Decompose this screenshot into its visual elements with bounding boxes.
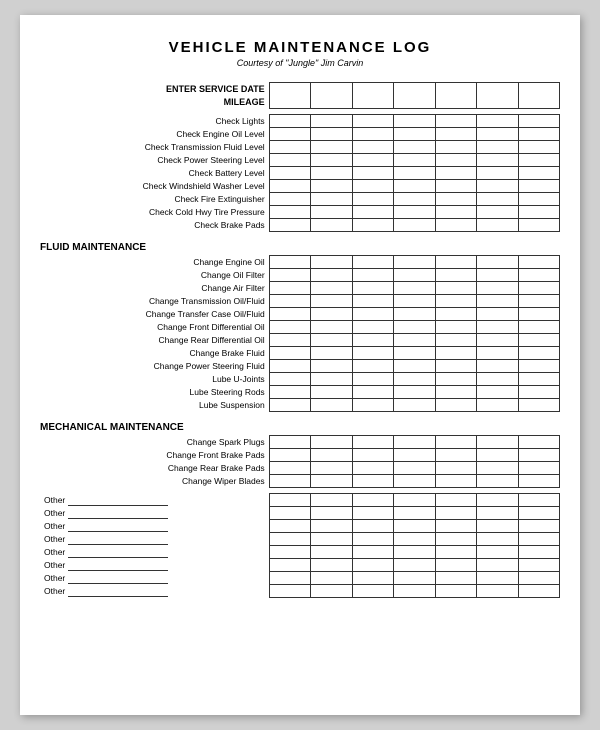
row-change-brake-fluid: Change Brake Fluid [40,347,560,360]
row-other-3: Other [40,520,560,533]
row-other-4: Other [40,533,560,546]
row-check-windshield-washer: Check Windshield Washer Level [40,180,560,193]
log-table: ENTER SERVICE DATE MILEAGE Check Lights [40,82,560,598]
row-other-7: Other [40,572,560,585]
mileage-col-1[interactable] [269,96,310,109]
vehicle-maintenance-log: VEHICLE MAINTENANCE LOG Courtesy of "Jun… [20,15,580,715]
row-check-engine-oil: Check Engine Oil Level [40,128,560,141]
date-col-7[interactable] [518,83,560,96]
row-change-front-diff: Change Front Differential Oil [40,321,560,334]
page-title: VEHICLE MAINTENANCE LOG [40,39,560,56]
row-check-battery: Check Battery Level [40,167,560,180]
date-row: ENTER SERVICE DATE [40,83,560,96]
row-check-tire-pressure: Check Cold Hwy Tire Pressure [40,206,560,219]
row-other-2: Other [40,507,560,520]
row-other-6: Other [40,559,560,572]
mileage-col-5[interactable] [435,96,476,109]
row-change-rear-brake-pads: Change Rear Brake Pads [40,462,560,475]
mileage-col-2[interactable] [311,96,352,109]
row-change-transmission-fluid: Change Transmission Oil/Fluid [40,295,560,308]
date-col-6[interactable] [477,83,518,96]
row-other-8: Other [40,585,560,598]
mileage-col-4[interactable] [394,96,435,109]
row-change-transfer-case: Change Transfer Case Oil/Fluid [40,308,560,321]
row-change-rear-diff: Change Rear Differential Oil [40,334,560,347]
row-lube-u-joints: Lube U-Joints [40,373,560,386]
fluid-section-title: FLUID MAINTENANCE [40,232,560,256]
date-col-1[interactable] [269,83,310,96]
row-change-engine-oil: Change Engine Oil [40,256,560,269]
date-col-3[interactable] [352,83,393,96]
row-other-1: Other [40,494,560,507]
mileage-row: MILEAGE [40,96,560,109]
row-change-air-filter: Change Air Filter [40,282,560,295]
date-col-2[interactable] [311,83,352,96]
mileage-col-6[interactable] [477,96,518,109]
mileage-label: MILEAGE [40,96,269,109]
row-change-oil-filter: Change Oil Filter [40,269,560,282]
row-change-spark-plugs: Change Spark Plugs [40,436,560,449]
row-other-5: Other [40,546,560,559]
page-subtitle: Courtesy of "Jungle" Jim Carvin [40,58,560,68]
row-check-transmission-fluid: Check Transmission Fluid Level [40,141,560,154]
mileage-col-7[interactable] [518,96,560,109]
row-change-power-steering-fluid: Change Power Steering Fluid [40,360,560,373]
mechanical-section-header: MECHANICAL MAINTENANCE [40,412,560,436]
fluid-section-header: FLUID MAINTENANCE [40,232,560,256]
row-lube-suspension: Lube Suspension [40,399,560,412]
row-change-front-brake-pads: Change Front Brake Pads [40,449,560,462]
mileage-col-3[interactable] [352,96,393,109]
row-check-fire-extinguisher: Check Fire Extinguisher [40,193,560,206]
date-col-4[interactable] [394,83,435,96]
mechanical-section-title: MECHANICAL MAINTENANCE [40,412,560,436]
date-label: ENTER SERVICE DATE [40,83,269,96]
row-lube-steering-rods: Lube Steering Rods [40,386,560,399]
row-check-lights: Check Lights [40,115,560,128]
date-col-5[interactable] [435,83,476,96]
row-check-power-steering: Check Power Steering Level [40,154,560,167]
row-change-wiper-blades: Change Wiper Blades [40,475,560,488]
row-check-brake-pads: Check Brake Pads [40,219,560,232]
